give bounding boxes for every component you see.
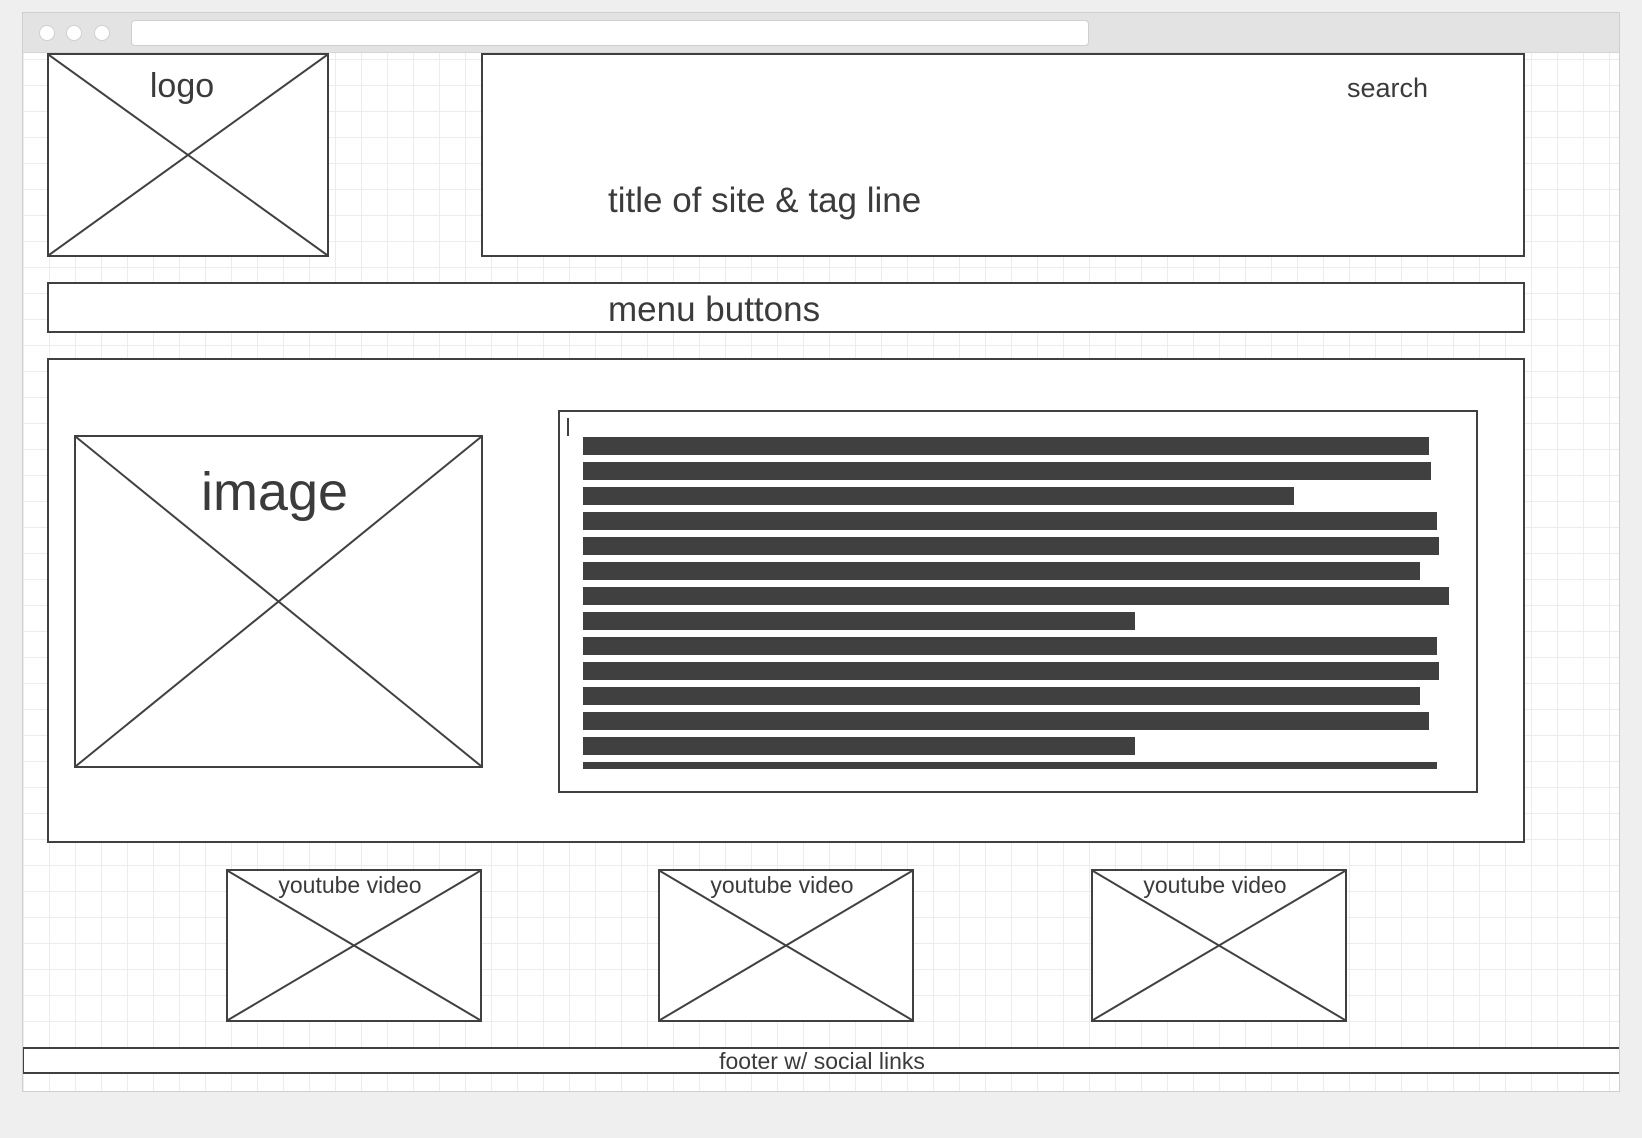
image-label: image	[200, 462, 349, 522]
main-content-box: image	[47, 358, 1525, 843]
text-line	[583, 462, 1431, 480]
text-line	[583, 587, 1449, 605]
text-line	[583, 487, 1294, 505]
youtube-video-label: youtube video	[278, 872, 422, 898]
youtube-video-placeholder[interactable]: youtube video	[226, 869, 482, 1022]
address-bar[interactable]	[131, 20, 1089, 46]
youtube-video-placeholder[interactable]: youtube video	[1091, 869, 1347, 1022]
search-label[interactable]: search	[1347, 73, 1428, 104]
text-line	[583, 712, 1429, 730]
header-box: search title of site & tag line	[481, 53, 1525, 257]
main-image-placeholder: image	[74, 435, 483, 768]
youtube-video-label: youtube video	[1143, 872, 1287, 898]
window-maximize-dot[interactable]	[94, 25, 110, 41]
footer-bar: footer w/ social links	[23, 1047, 1619, 1074]
menu-bar[interactable]: menu buttons	[47, 282, 1525, 333]
text-cursor	[567, 418, 569, 436]
menu-buttons-label: menu buttons	[608, 290, 821, 329]
text-line	[583, 437, 1429, 455]
text-line	[583, 637, 1437, 655]
site-title-label: title of site & tag line	[608, 181, 922, 220]
text-line	[583, 737, 1135, 755]
browser-titlebar	[23, 13, 1619, 53]
window-minimize-dot[interactable]	[66, 25, 82, 41]
text-line	[583, 687, 1420, 705]
text-line	[583, 512, 1437, 530]
text-line	[583, 562, 1420, 580]
wireframe-canvas: logo search title of site & tag line men…	[23, 53, 1619, 1091]
text-line	[583, 662, 1439, 680]
text-line	[583, 762, 1437, 769]
youtube-video-label: youtube video	[710, 872, 854, 898]
text-block	[558, 410, 1478, 793]
logo-placeholder: logo	[47, 53, 329, 257]
logo-label: logo	[149, 67, 215, 105]
text-line	[583, 537, 1439, 555]
footer-label: footer w/ social links	[719, 1048, 925, 1074]
window-close-dot[interactable]	[39, 25, 55, 41]
browser-window: logo search title of site & tag line men…	[22, 12, 1620, 1092]
youtube-video-placeholder[interactable]: youtube video	[658, 869, 914, 1022]
text-line	[583, 612, 1135, 630]
